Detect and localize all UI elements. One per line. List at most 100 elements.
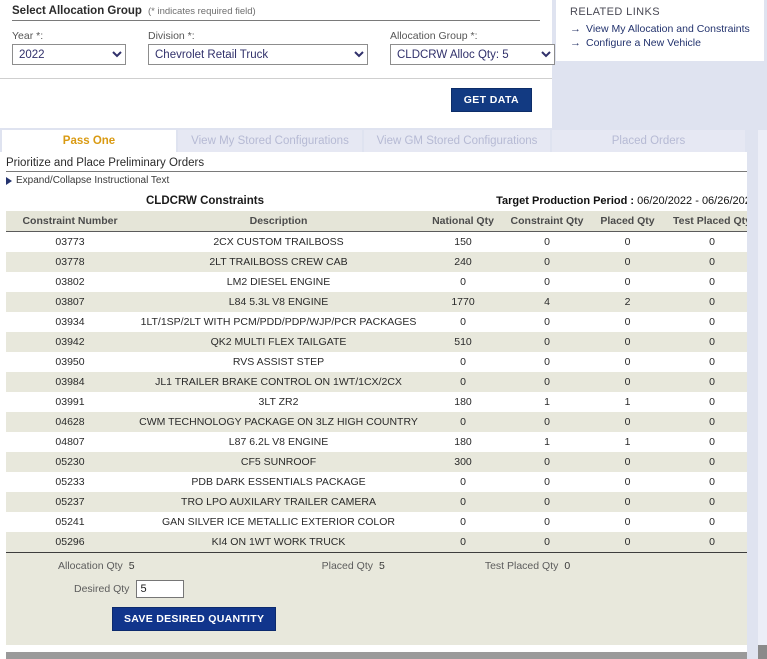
triangle-right-icon: [6, 177, 12, 185]
tab-pass-one[interactable]: Pass One: [2, 130, 178, 152]
cell-test-placed-qty: 0: [664, 512, 760, 532]
cell-description: JL1 TRAILER BRAKE CONTROL ON 1WT/1CX/2CX: [134, 372, 423, 392]
cell-test-placed-qty: 0: [664, 312, 760, 332]
cell-test-placed-qty: 0: [664, 232, 760, 253]
get-data-button[interactable]: GET DATA: [451, 88, 532, 112]
related-link-configure-vehicle[interactable]: → Configure a New Vehicle: [570, 37, 764, 49]
get-data-wrap: GET DATA: [451, 88, 532, 112]
cell-national-qty: 1770: [423, 292, 503, 312]
desired-qty-input[interactable]: [136, 580, 184, 598]
cell-constraint-qty: 0: [503, 312, 591, 332]
cell-description: TRO LPO AUXILARY TRAILER CAMERA: [134, 492, 423, 512]
allocation-group-select[interactable]: CLDCRW Alloc Qty: 5: [390, 44, 555, 65]
cell-national-qty: 180: [423, 392, 503, 412]
tab-view-my-stored-configurations[interactable]: View My Stored Configurations: [178, 130, 364, 152]
cell-description: CF5 SUNROOF: [134, 452, 423, 472]
cell-national-qty: 0: [423, 352, 503, 372]
table-row[interactable]: 05296KI4 ON 1WT WORK TRUCK00000: [6, 532, 767, 552]
column-header-national-qty[interactable]: National Qty: [423, 211, 503, 232]
table-row[interactable]: 05230CF5 SUNROOF3000000: [6, 452, 767, 472]
cell-constraint-qty: 0: [503, 272, 591, 292]
cell-constraint-qty: 1: [503, 392, 591, 412]
cell-constraint-number: 03807: [6, 292, 134, 312]
cell-placed-qty: 0: [591, 472, 664, 492]
summary-block: Allocation Qty5 Placed Qty 5 Test Placed …: [6, 552, 747, 645]
vertical-scrollbar[interactable]: [758, 130, 767, 659]
cell-placed-qty: 1: [591, 392, 664, 412]
cell-national-qty: 150: [423, 232, 503, 253]
constraints-table: Constraint Number Description National Q…: [6, 211, 767, 552]
summary-test-placed-qty: Test Placed Qty0: [485, 560, 570, 572]
table-row[interactable]: 03950RVS ASSIST STEP00000: [6, 352, 767, 372]
table-row[interactable]: 037732CX CUSTOM TRAILBOSS1500000: [6, 232, 767, 253]
summary-placed-qty-label: Placed Qty: [322, 560, 373, 572]
table-caption-row: CLDCRW Constraints Target Production Per…: [0, 195, 767, 207]
table-row[interactable]: 037782LT TRAILBOSS CREW CAB2400000: [6, 252, 767, 272]
expand-collapse-instructional-text[interactable]: Expand/Collapse Instructional Text: [6, 175, 767, 186]
cell-placed-qty: 0: [591, 492, 664, 512]
table-row[interactable]: 04807L87 6.2L V8 ENGINE1801100: [6, 432, 767, 452]
target-production-period-label: Target Production Period :: [496, 195, 634, 207]
tab-placed-orders[interactable]: Placed Orders: [552, 130, 747, 152]
table-row[interactable]: 05241GAN SILVER ICE METALLIC EXTERIOR CO…: [6, 512, 767, 532]
cell-national-qty: 0: [423, 472, 503, 492]
summary-allocation-qty-value: 5: [129, 560, 135, 572]
table-row[interactable]: 039341LT/1SP/2LT WITH PCM/PDD/PDP/WJP/PC…: [6, 312, 767, 332]
table-header-row: Constraint Number Description National Q…: [6, 211, 767, 232]
column-header-constraint-qty[interactable]: Constraint Qty: [503, 211, 591, 232]
right-rail: [747, 130, 767, 659]
cell-constraint-number: 03778: [6, 252, 134, 272]
top-area: Select Allocation Group (* indicates req…: [0, 0, 767, 130]
allocation-group-label: Allocation Group *:: [390, 30, 555, 42]
cell-placed-qty: 0: [591, 452, 664, 472]
cell-constraint-qty: 0: [503, 352, 591, 372]
cell-constraint-qty: 1: [503, 432, 591, 452]
column-header-placed-qty[interactable]: Placed Qty: [591, 211, 664, 232]
section-title: Prioritize and Place Preliminary Orders: [6, 157, 204, 169]
target-production-period: Target Production Period : 06/20/2022 - …: [496, 195, 757, 207]
table-row[interactable]: 03807L84 5.3L V8 ENGINE17704202: [6, 292, 767, 312]
tab-view-gm-stored-configurations[interactable]: View GM Stored Configurations: [364, 130, 552, 152]
related-link-view-allocation[interactable]: → View My Allocation and Constraints: [570, 23, 764, 35]
cell-national-qty: 0: [423, 372, 503, 392]
cell-constraint-number: 05230: [6, 452, 134, 472]
table-row[interactable]: 04628CWM TECHNOLOGY PACKAGE ON 3LZ HIGH …: [6, 412, 767, 432]
summary-allocation-qty: Allocation Qty5: [58, 560, 135, 572]
year-select[interactable]: 2022: [12, 44, 126, 65]
year-label: Year *:: [12, 30, 126, 42]
related-link-label[interactable]: View My Allocation and Constraints: [586, 23, 750, 35]
cell-description: PDB DARK ESSENTIALS PACKAGE: [134, 472, 423, 492]
table-row[interactable]: 03942QK2 MULTI FLEX TAILGATE5100000: [6, 332, 767, 352]
cell-constraint-number: 05296: [6, 532, 134, 552]
related-link-label[interactable]: Configure a New Vehicle: [586, 37, 701, 49]
cell-placed-qty: 1: [591, 432, 664, 452]
table-row[interactable]: 05233PDB DARK ESSENTIALS PACKAGE00000: [6, 472, 767, 492]
division-select[interactable]: Chevrolet Retail Truck: [148, 44, 368, 65]
cell-constraint-number: 03984: [6, 372, 134, 392]
cell-national-qty: 510: [423, 332, 503, 352]
constraints-table-body: 037732CX CUSTOM TRAILBOSS1500000037782LT…: [6, 232, 767, 553]
cell-description: KI4 ON 1WT WORK TRUCK: [134, 532, 423, 552]
table-row[interactable]: 03984JL1 TRAILER BRAKE CONTROL ON 1WT/1C…: [6, 372, 767, 392]
vertical-scrollbar-thumb[interactable]: [758, 645, 767, 659]
table-row[interactable]: 05237TRO LPO AUXILARY TRAILER CAMERA0000…: [6, 492, 767, 512]
column-header-test-placed-qty[interactable]: Test Placed Qty: [664, 211, 760, 232]
column-header-constraint-number[interactable]: Constraint Number: [6, 211, 134, 232]
cell-national-qty: 180: [423, 432, 503, 452]
cell-constraint-qty: 0: [503, 372, 591, 392]
table-row[interactable]: 039913LT ZR21801100: [6, 392, 767, 412]
content-panel: Prioritize and Place Preliminary Orders …: [0, 152, 767, 659]
cell-description: 2LT TRAILBOSS CREW CAB: [134, 252, 423, 272]
cell-national-qty: 240: [423, 252, 503, 272]
cell-constraint-qty: 0: [503, 232, 591, 253]
column-header-description[interactable]: Description: [134, 211, 423, 232]
save-desired-quantity-button[interactable]: SAVE DESIRED QUANTITY: [112, 607, 276, 631]
summary-row: Allocation Qty5 Placed Qty 5 Test Placed …: [6, 553, 747, 572]
cell-constraint-number: 03950: [6, 352, 134, 372]
cell-constraint-number: 03773: [6, 232, 134, 253]
table-row[interactable]: 03802LM2 DIESEL ENGINE00000: [6, 272, 767, 292]
allocation-group-field-block: Allocation Group *: CLDCRW Alloc Qty: 5: [390, 30, 555, 65]
cell-placed-qty: 0: [591, 272, 664, 292]
cell-description: 2CX CUSTOM TRAILBOSS: [134, 232, 423, 253]
cell-constraint-qty: 0: [503, 512, 591, 532]
